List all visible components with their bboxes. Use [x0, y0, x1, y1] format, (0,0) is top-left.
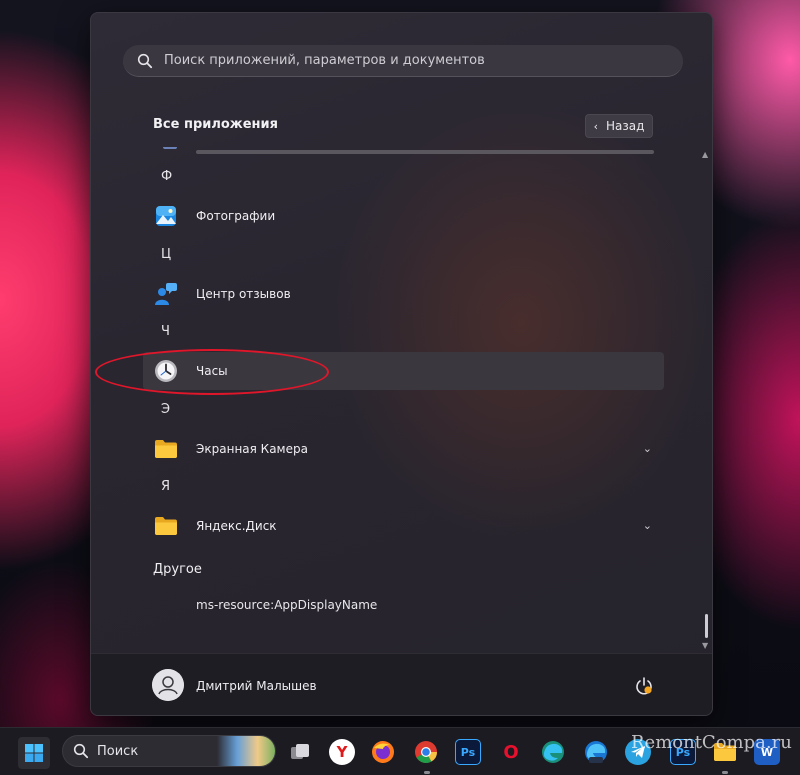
- app-label: Центр отзывов: [196, 287, 291, 301]
- group-letter-ya[interactable]: Я: [161, 479, 170, 494]
- app-label: Фотографии: [196, 209, 276, 223]
- search-input[interactable]: [164, 53, 644, 68]
- group-letter-ch[interactable]: Ч: [161, 324, 170, 339]
- taskbar-search[interactable]: Поиск: [62, 735, 276, 767]
- scroll-fade-edge: [196, 150, 654, 154]
- group-letter-ts[interactable]: Ц: [161, 247, 171, 262]
- app-item-yandex-disk[interactable]: Яндекс.Диск ⌄: [143, 507, 664, 545]
- firefox-icon[interactable]: [370, 739, 396, 765]
- folder-icon: [154, 437, 178, 461]
- group-letter-f[interactable]: Ф: [161, 169, 172, 184]
- chevron-down-icon[interactable]: ⌄: [643, 442, 652, 455]
- search-box[interactable]: [123, 45, 683, 77]
- scroll-down-arrow[interactable]: ▼: [702, 641, 710, 650]
- app-label: Яндекс.Диск: [196, 519, 277, 533]
- app-item-screen-camera[interactable]: Экранная Камера ⌄: [143, 430, 664, 468]
- user-avatar-icon[interactable]: [152, 669, 184, 701]
- back-button[interactable]: ‹ Назад: [585, 114, 653, 138]
- running-indicator: [424, 771, 430, 774]
- power-icon[interactable]: [634, 676, 654, 696]
- edge-beta-icon[interactable]: [583, 739, 609, 765]
- search-highlight-art: [217, 736, 275, 766]
- running-indicator: [722, 771, 728, 774]
- taskbar-search-label: Поиск: [97, 743, 139, 759]
- back-button-label: Назад: [605, 119, 645, 133]
- annotation-ellipse: [95, 349, 329, 395]
- chevron-down-icon[interactable]: ⌄: [643, 519, 652, 532]
- group-letter-e[interactable]: Э: [161, 402, 170, 417]
- other-app-item[interactable]: ms-resource:AppDisplayName: [196, 598, 377, 612]
- opera-icon[interactable]: O: [498, 739, 524, 765]
- photos-icon: [154, 204, 178, 228]
- photoshop-icon[interactable]: Ps: [455, 739, 481, 765]
- app-label: Экранная Камера: [196, 442, 308, 456]
- windows-logo-icon: [25, 744, 43, 762]
- edge-icon[interactable]: [540, 739, 566, 765]
- feedback-hub-icon: [154, 282, 178, 306]
- folder-icon: [154, 514, 178, 538]
- task-view-icon[interactable]: [287, 739, 313, 765]
- start-button[interactable]: [18, 737, 50, 769]
- chrome-icon[interactable]: [413, 739, 439, 765]
- yandex-browser-icon[interactable]: Y: [329, 739, 355, 765]
- scrollbar-thumb[interactable]: [705, 614, 708, 638]
- app-item-feedback-hub[interactable]: Центр отзывов: [143, 275, 664, 313]
- scroll-up-arrow[interactable]: ▲: [702, 150, 710, 159]
- other-section-title: Другое: [153, 562, 202, 577]
- user-name[interactable]: Дмитрий Малышев: [196, 679, 317, 693]
- search-icon: [137, 53, 153, 69]
- watermark: RemontCompa.ru: [631, 732, 792, 753]
- start-footer: Дмитрий Малышев: [91, 653, 712, 715]
- app-item-photos[interactable]: Фотографии: [143, 197, 664, 235]
- chevron-left-icon: ‹: [593, 119, 598, 133]
- search-icon: [73, 743, 89, 759]
- all-apps-title: Все приложения: [153, 117, 278, 132]
- scrolled-item-edge: [163, 141, 177, 149]
